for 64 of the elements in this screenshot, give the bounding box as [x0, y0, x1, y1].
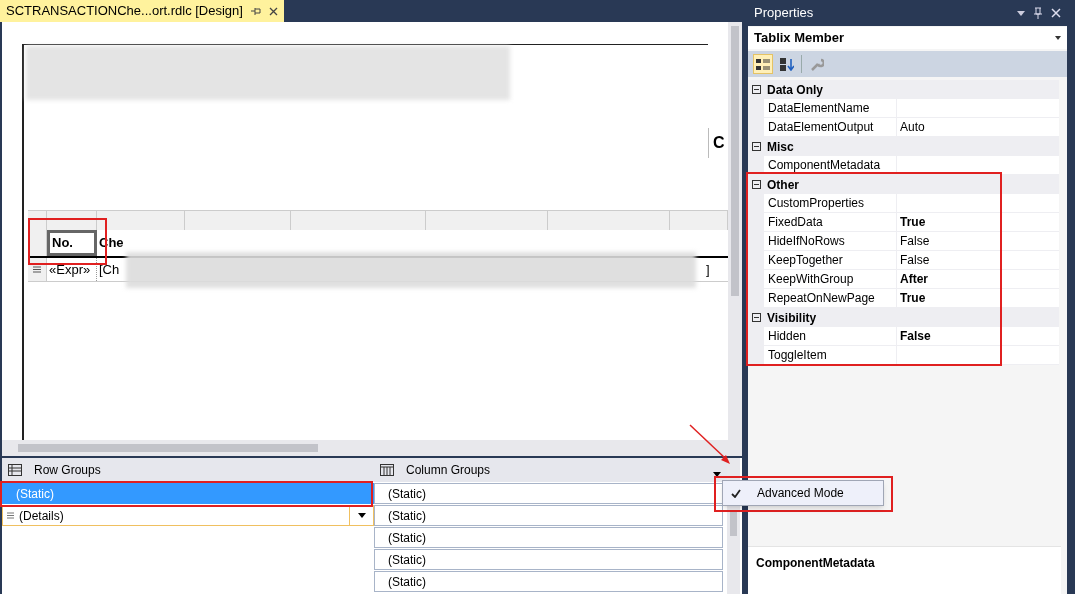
column-handle[interactable]	[670, 210, 728, 230]
property-value[interactable]: True	[897, 289, 1059, 308]
details-group-icon	[33, 266, 41, 273]
dropdown-arrow-icon[interactable]	[713, 471, 721, 477]
group-item[interactable]: (Static)	[374, 505, 723, 526]
group-item[interactable]: (Static)	[374, 483, 723, 504]
column-handle[interactable]	[291, 210, 426, 230]
description-title: ComponentMetadata	[756, 556, 875, 570]
column-handle[interactable]	[425, 210, 548, 230]
property-name[interactable]: CustomProperties	[764, 194, 897, 213]
property-value[interactable]: Auto	[897, 118, 1059, 137]
vertical-scrollbar[interactable]	[728, 22, 742, 440]
dropdown-arrow-icon[interactable]	[1055, 36, 1061, 40]
category-header[interactable]: Data Only	[764, 80, 823, 99]
property-name[interactable]: HideIfNoRows	[764, 232, 897, 251]
property-name[interactable]: DataElementOutput	[764, 118, 897, 137]
property-value[interactable]: False	[897, 232, 1059, 251]
collapse-icon[interactable]	[751, 313, 761, 322]
close-icon[interactable]	[268, 6, 278, 16]
column-handle[interactable]	[96, 210, 185, 230]
collapse-icon[interactable]	[751, 85, 761, 94]
property-name[interactable]: Hidden	[764, 327, 897, 346]
collapse-icon[interactable]	[751, 180, 761, 189]
collapse-icon[interactable]	[751, 142, 761, 151]
detail-cell[interactable]: «Expr»	[47, 258, 97, 281]
category-header[interactable]: Visibility	[764, 308, 817, 327]
column-handle[interactable]	[184, 210, 292, 230]
document-tab[interactable]: SCTRANSACTIONChe...ort.rdlc [Design]	[0, 0, 284, 22]
property-name[interactable]: KeepWithGroup	[764, 270, 897, 289]
property-value[interactable]: After	[897, 270, 1059, 289]
pin-icon[interactable]	[250, 6, 261, 16]
property-name[interactable]: RepeatOnNewPage	[764, 289, 897, 308]
details-group-icon	[7, 512, 17, 519]
category-header[interactable]: Other	[764, 175, 799, 194]
group-item[interactable]: (Static)	[374, 549, 723, 570]
object-selector[interactable]: Tablix Member	[748, 27, 1067, 49]
group-item[interactable]: (Details)	[2, 505, 374, 526]
categorized-button[interactable]	[753, 54, 773, 74]
menu-item[interactable]: Advanced Mode	[723, 481, 883, 505]
property-value[interactable]: False	[897, 251, 1059, 270]
value-cell[interactable]	[897, 156, 1059, 175]
category-header[interactable]: Misc	[764, 137, 794, 156]
annotation-arrow	[688, 423, 732, 465]
header-cell[interactable]: No.	[47, 230, 97, 256]
property-name[interactable]: KeepTogether	[764, 251, 897, 270]
group-item[interactable]: (Static)	[374, 527, 723, 548]
dropdown-arrow-icon[interactable]	[357, 513, 366, 518]
horizontal-scrollbar[interactable]	[0, 440, 742, 456]
value-cell[interactable]	[897, 346, 1059, 365]
property-value[interactable]: False	[897, 327, 1059, 346]
property-value[interactable]: True	[897, 213, 1059, 232]
property-name[interactable]: DataElementName	[764, 99, 897, 118]
column-groups-icon	[380, 464, 394, 476]
detail-cell[interactable]: [Ch	[97, 258, 124, 281]
value-cell[interactable]	[897, 194, 1059, 213]
panel-title: Properties	[754, 4, 815, 23]
group-item[interactable]: (Static)	[374, 571, 723, 592]
detail-cell[interactable]: ]	[704, 258, 728, 281]
column-handle[interactable]	[547, 210, 671, 230]
pane-title: Row Groups	[34, 462, 101, 479]
property-name[interactable]: FixedData	[764, 213, 897, 232]
pane-title: Column Groups	[406, 462, 492, 479]
row-groups-icon	[8, 464, 22, 476]
dropdown-arrow-icon[interactable]	[1017, 10, 1025, 16]
